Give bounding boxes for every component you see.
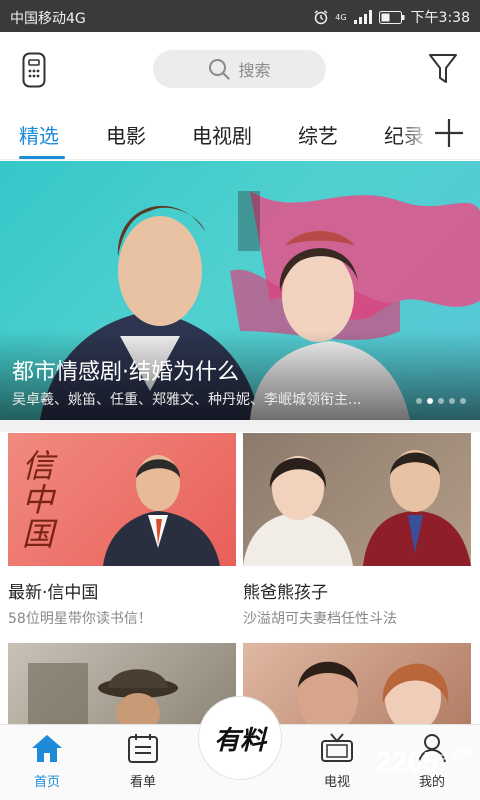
banner-pager	[416, 398, 466, 404]
featured-banner[interactable]: 都市情感剧·结婚为什么 吴卓羲、姚笛、任重、郑雅文、种丹妮、李岷城领衔主...	[0, 161, 480, 420]
banner-subtitle: 吴卓羲、姚笛、任重、郑雅文、种丹妮、李岷城领衔主...	[12, 392, 362, 408]
battery-icon	[378, 10, 405, 24]
home-icon	[32, 735, 62, 762]
active-tab-indicator	[19, 156, 65, 159]
calendar-list-icon	[128, 734, 158, 763]
nav-tv-label: 电视	[323, 775, 350, 790]
filter-funnel-icon[interactable]	[428, 52, 458, 86]
status-icons: 4G 下午3:38	[313, 7, 470, 27]
category-tabs: 精选 电影 电视剧 综艺 纪录	[0, 106, 480, 160]
status-bar: 中国移动4G 4G 下午3:38	[0, 0, 480, 32]
search-icon	[209, 59, 231, 80]
site-watermark: 2265 手游网	[376, 746, 473, 778]
card-poster-art	[243, 450, 471, 566]
watermark-small-text: 手游网	[440, 749, 474, 761]
card-description: 沙溢胡可夫妻档任性斗法	[243, 611, 397, 627]
nav-tv[interactable]: 电视	[302, 733, 372, 790]
card-thumbnail	[243, 643, 471, 724]
card-description: 58位明星带你读书信！	[8, 611, 152, 627]
nav-home-label: 首页	[33, 775, 60, 790]
tab-fade	[400, 106, 430, 159]
card-title: 最新·信中国	[8, 583, 99, 603]
search-placeholder: 搜索	[238, 61, 271, 80]
nav-home[interactable]: 首页	[12, 733, 82, 790]
tv-icon	[321, 733, 353, 762]
network-type-label: 4G	[335, 12, 347, 22]
content-card[interactable]: 熊爸熊孩子 沙溢胡可夫妻档任性斗法	[243, 433, 471, 628]
content-card[interactable]	[8, 643, 236, 724]
signal-icon	[353, 10, 372, 24]
tab-variety[interactable]: 综艺	[298, 120, 338, 149]
content-card[interactable]	[243, 643, 471, 724]
nav-watchlist-label: 看单	[129, 775, 156, 790]
center-highlight-button[interactable]: 有料	[198, 696, 282, 780]
poster-calligraphy: 信中国	[22, 447, 55, 553]
search-bar[interactable]: 搜索	[153, 50, 326, 88]
center-button-label: 有料	[213, 725, 266, 756]
card-poster-art	[298, 661, 449, 724]
remote-control-icon[interactable]	[22, 52, 46, 88]
pager-dot-active	[427, 398, 433, 404]
section-divider	[0, 420, 480, 432]
pager-dot	[449, 398, 455, 404]
plus-icon[interactable]	[432, 116, 466, 150]
content-card[interactable]: 信中国 最新·信中国 58位明星带你读书信！	[8, 433, 236, 628]
banner-title: 都市情感剧·结婚为什么	[12, 360, 239, 385]
clock-label: 下午3:38	[410, 10, 470, 26]
card-poster-art	[28, 663, 178, 724]
tab-movies[interactable]: 电影	[106, 120, 146, 149]
tab-featured[interactable]: 精选	[19, 120, 59, 149]
app-header: 搜索	[0, 32, 480, 106]
watermark-text: 2265	[376, 746, 439, 777]
card-thumbnail	[243, 433, 471, 566]
card-title: 熊爸熊孩子	[243, 583, 328, 603]
card-thumbnail	[8, 643, 236, 724]
alarm-icon	[314, 10, 328, 25]
carrier-label: 中国移动4G	[10, 11, 86, 27]
pager-dot	[460, 398, 466, 404]
nav-watchlist[interactable]: 看单	[108, 733, 178, 790]
pager-dot	[438, 398, 444, 404]
card-thumbnail: 信中国	[8, 433, 236, 566]
tab-tv-series[interactable]: 电视剧	[192, 120, 252, 149]
pager-dot	[416, 398, 422, 404]
